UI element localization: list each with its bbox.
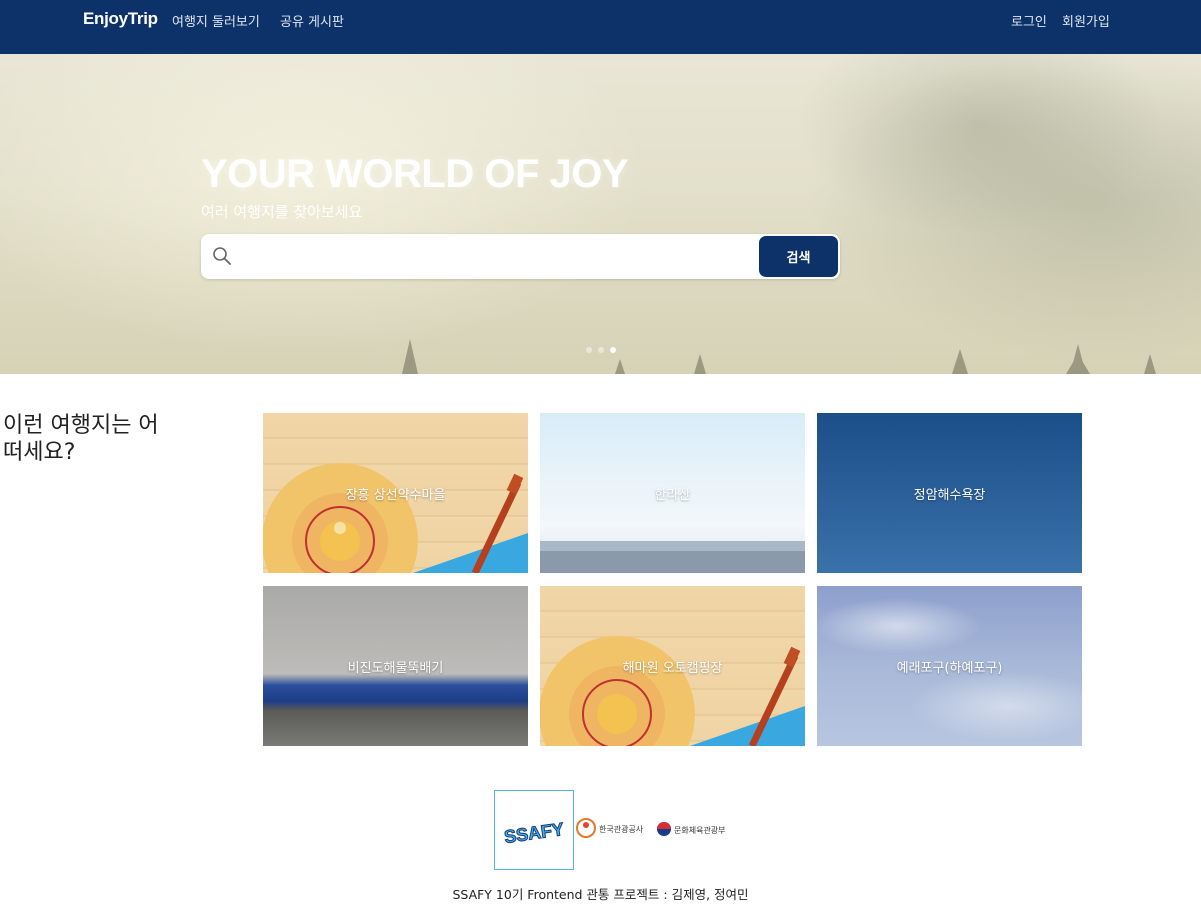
search-button[interactable]: 검색: [759, 236, 838, 277]
brand-logo[interactable]: EnjoyTrip: [83, 9, 158, 29]
svg-text:문화체육관광부: 문화체육관광부: [674, 825, 726, 835]
attraction-card[interactable]: 비진도해물뚝배기: [263, 586, 528, 746]
attraction-name: 예래포구(하예포구): [896, 660, 1003, 676]
carousel-dot[interactable]: [598, 347, 604, 353]
carousel-dot-active[interactable]: [610, 347, 616, 353]
attraction-name: 장흥 상선약수마을: [345, 487, 446, 503]
navbar: EnjoyTrip 여행지 둘러보기 공유 게시판 로그인 회원가입: [0, 0, 1201, 54]
hero-background-trees: [402, 339, 1156, 374]
hero-carousel: YOUR WORLD OF JOY 여러 여행지를 찾아보세요 검색: [0, 54, 1201, 374]
search-bar: 검색: [201, 234, 840, 279]
nav-link-board[interactable]: 공유 게시판: [280, 11, 344, 30]
attraction-card[interactable]: 한라산: [540, 413, 805, 573]
attraction-name: 한라산: [654, 487, 691, 503]
attraction-name: 해마원 오토캠핑장: [622, 660, 723, 676]
svg-text:한국관광공사: 한국관광공사: [599, 824, 644, 834]
svg-text:SSAFY: SSAFY: [503, 819, 565, 847]
ssafy-logo-image: SSAFY: [502, 818, 565, 847]
attraction-card[interactable]: 정암해수욕장: [817, 413, 1082, 573]
recommend-title: 이런 여행지는 어떠세요?: [3, 413, 159, 465]
hero-title: YOUR WORLD OF JOY: [201, 152, 629, 196]
mcst-logo: 문화체육관광부: [657, 822, 726, 836]
attraction-card[interactable]: 장흥 상선약수마을: [263, 413, 528, 573]
footer-credit: SSAFY 10기 Frontend 관통 프로젝트 : 김제영, 정여민: [452, 887, 749, 902]
kto-logo: 한국관광공사: [576, 818, 644, 838]
attraction-card[interactable]: 예래포구(하예포구): [817, 586, 1082, 746]
attraction-name: 정암해수욕장: [913, 487, 986, 503]
login-link[interactable]: 로그인: [1011, 11, 1047, 30]
carousel-indicators: [586, 347, 616, 353]
search-icon: [213, 247, 231, 265]
search-input[interactable]: [241, 240, 755, 274]
carousel-dot[interactable]: [586, 347, 592, 353]
nav-link-travel[interactable]: 여행지 둘러보기: [172, 11, 260, 30]
attraction-name: 비진도해물뚝배기: [347, 660, 444, 676]
hero-subtitle: 여러 여행지를 찾아보세요: [201, 203, 363, 221]
signup-link[interactable]: 회원가입: [1062, 11, 1110, 30]
ssafy-logo: SSAFY: [494, 790, 574, 870]
attraction-card[interactable]: 해마원 오토캠핑장: [540, 586, 805, 746]
